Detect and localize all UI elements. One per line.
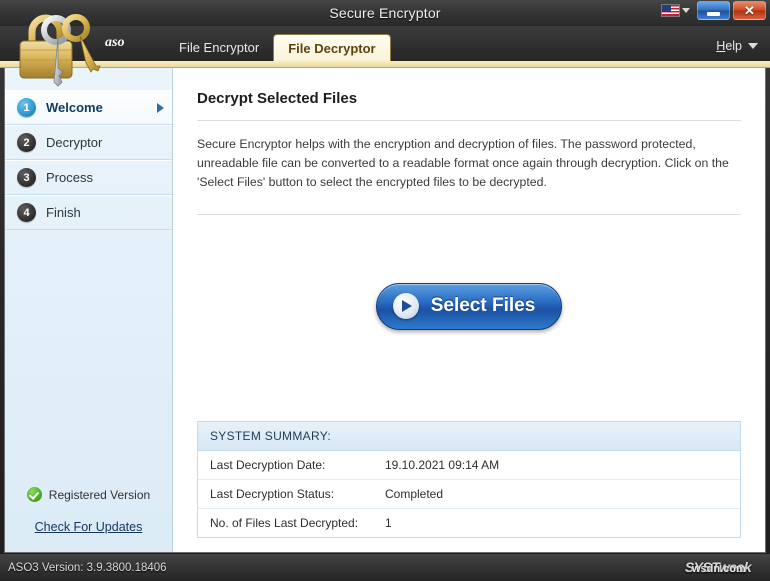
- help-menu[interactable]: Help: [716, 39, 758, 53]
- version-text: ASO3 Version: 3.9.3800.18406: [8, 561, 167, 574]
- padlock-keys-logo-icon: [19, 14, 101, 87]
- help-rest: elp: [725, 39, 742, 53]
- step-number-1: 1: [17, 98, 36, 117]
- step-number-2: 2: [17, 133, 36, 152]
- summary-key: Last Decryption Date:: [210, 458, 326, 472]
- summary-key: Last Decryption Status:: [210, 487, 335, 501]
- close-icon: ✕: [744, 3, 755, 18]
- window-controls: ✕: [657, 1, 766, 20]
- sidebar-footer: Registered Version Check For Updates: [5, 487, 172, 552]
- registered-status: Registered Version: [5, 487, 172, 502]
- check-circle-icon: [26, 487, 42, 502]
- divider-bottom: [197, 214, 741, 215]
- step-number-4: 4: [17, 203, 36, 222]
- registered-label: Registered Version: [48, 487, 151, 502]
- tab-file-decryptor[interactable]: File Decryptor: [273, 34, 391, 61]
- summary-row-last-decryption-status: Last Decryption Status: Completed: [198, 480, 740, 509]
- chevron-right-icon: [157, 102, 164, 113]
- summary-value: Completed: [385, 487, 444, 501]
- page-title: Decrypt Selected Files: [197, 90, 358, 107]
- content-area: 1 Welcome 2 Decryptor 3 Process 4 Finish…: [4, 68, 766, 553]
- sidebar-item-process[interactable]: 3 Process: [5, 160, 172, 195]
- close-button[interactable]: ✕: [733, 1, 766, 20]
- sidebar-label-decryptor: Decryptor: [46, 135, 103, 150]
- watermark-secondary: wsdn.com: [692, 563, 746, 575]
- minimize-icon: [707, 12, 720, 16]
- vendor-watermark: SYSTweak wsdn.com: [670, 556, 766, 578]
- chevron-down-icon: [748, 43, 758, 49]
- us-flag-icon: [661, 4, 680, 17]
- page-description: Secure Encryptor helps with the encrypti…: [197, 137, 729, 189]
- sidebar-item-welcome[interactable]: 1 Welcome: [5, 90, 172, 125]
- chevron-down-icon: [682, 8, 690, 13]
- check-for-updates-link[interactable]: Check For Updates: [5, 520, 172, 534]
- summary-row-files-last-decrypted: No. of Files Last Decrypted: 1: [198, 509, 740, 537]
- sidebar-item-finish[interactable]: 4 Finish: [5, 195, 172, 230]
- sidebar-label-finish: Finish: [46, 205, 81, 220]
- sidebar-label-process: Process: [46, 170, 93, 185]
- sidebar-label-welcome: Welcome: [46, 100, 103, 115]
- system-summary-header: SYSTEM SUMMARY:: [198, 422, 740, 451]
- summary-key: No. of Files Last Decrypted:: [210, 516, 359, 530]
- step-number-3: 3: [17, 168, 36, 187]
- wizard-sidebar: 1 Welcome 2 Decryptor 3 Process 4 Finish…: [5, 68, 173, 552]
- summary-row-last-decryption-date: Last Decryption Date: 19.10.2021 09:14 A…: [198, 451, 740, 480]
- divider-top: [197, 120, 741, 121]
- summary-value: 19.10.2021 09:14 AM: [385, 458, 500, 472]
- main-panel: Decrypt Selected Files Secure Encryptor …: [173, 68, 765, 552]
- summary-value: 1: [385, 516, 392, 530]
- tab-bar: aso File Encryptor File Decryptor Help: [0, 26, 770, 61]
- help-mnemonic: H: [716, 39, 726, 53]
- title-bar: Secure Encryptor ✕: [0, 0, 770, 26]
- language-selector[interactable]: [657, 4, 694, 17]
- select-files-button[interactable]: Select Files: [375, 283, 563, 330]
- select-files-label: Select Files: [430, 295, 536, 316]
- window-title: Secure Encryptor: [329, 5, 441, 21]
- system-summary-panel: SYSTEM SUMMARY: Last Decryption Date: 19…: [197, 421, 741, 538]
- play-circle-icon: [392, 293, 419, 319]
- select-files-button-container: Select Files: [197, 283, 741, 330]
- sidebar-item-decryptor[interactable]: 2 Decryptor: [5, 125, 172, 160]
- accent-strip: [0, 61, 770, 68]
- minimize-button[interactable]: [697, 1, 730, 20]
- help-menu-label: Help: [716, 39, 742, 53]
- tab-list: File Encryptor File Decryptor: [165, 34, 391, 61]
- status-bar: ASO3 Version: 3.9.3800.18406 SYSTweak ws…: [0, 554, 770, 581]
- brand-logo-text: aso: [105, 35, 125, 50]
- application-window: Secure Encryptor ✕ aso File Encryptor Fi…: [0, 0, 770, 581]
- tab-file-encryptor[interactable]: File Encryptor: [165, 34, 273, 61]
